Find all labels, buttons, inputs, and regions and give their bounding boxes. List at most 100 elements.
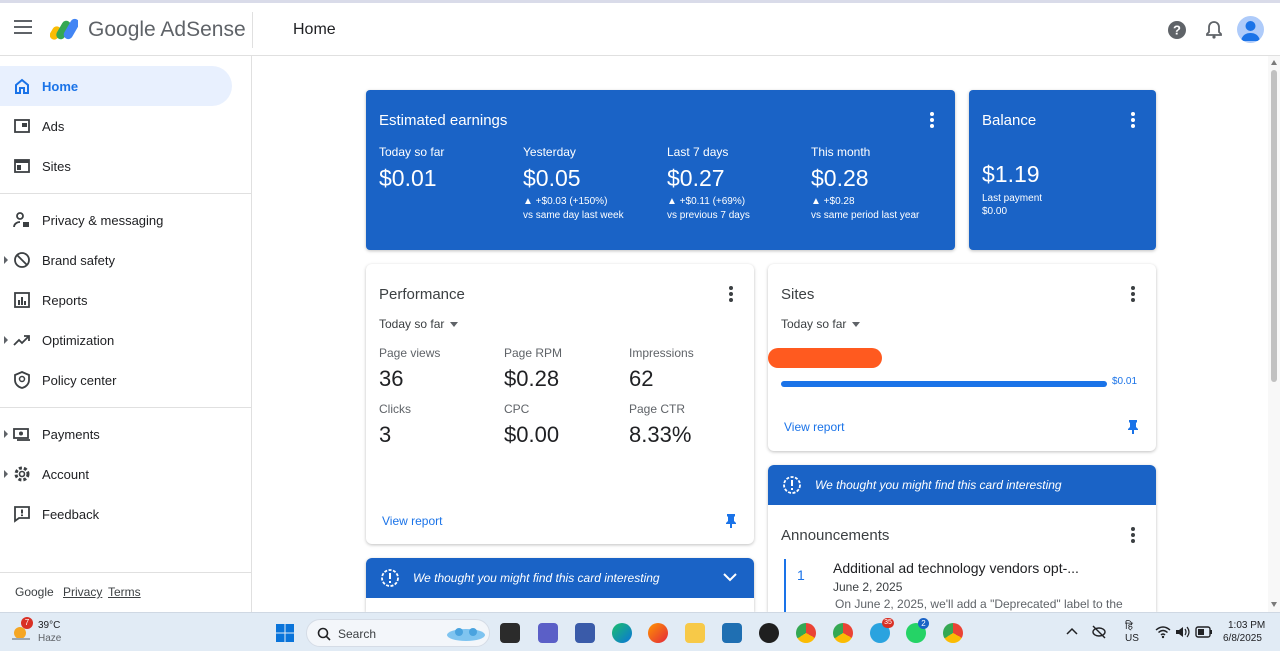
card-title: Balance [982,112,1037,129]
metric-label: CPC [504,402,530,416]
chevron-up-icon[interactable] [1066,627,1078,635]
sites-card: Sites Today so far $0.01 View report [768,264,1156,451]
sidebar-item-privacy-messaging[interactable]: Privacy & messaging [0,200,232,240]
language-bottom[interactable]: US [1125,633,1139,644]
sidebar-divider [0,572,252,573]
chevron-down-icon[interactable] [722,571,738,583]
search-placeholder: Search [338,627,377,641]
interesting-card: We thought you might find this card inte… [366,558,754,612]
obs-icon[interactable] [759,623,779,643]
more-options-icon[interactable] [1131,112,1135,128]
volume-icon[interactable] [1175,625,1191,639]
interesting-banner[interactable]: We thought you might find this card inte… [366,558,754,598]
sidebar-item-label: Sites [42,159,71,174]
interesting-text: We thought you might find this card inte… [815,478,1062,492]
sidebar-item-ads[interactable]: Ads [0,106,232,146]
expand-caret-icon [4,430,8,438]
pin-icon[interactable] [1126,419,1140,435]
earnings-value: $0.01 [379,165,437,191]
edge-icon[interactable] [612,623,632,643]
expand-caret-icon [4,470,8,478]
microsoft-store-icon[interactable] [722,623,742,643]
earnings-compare: vs same period last year [811,210,920,221]
ads-icon [14,119,30,133]
help-icon[interactable]: ? [1166,19,1188,41]
clock-date[interactable]: 6/8/2025 [1223,633,1262,644]
chrome-icon[interactable] [796,623,816,643]
sites-icon [14,159,30,173]
task-view-icon[interactable] [500,623,520,643]
more-options-icon[interactable] [729,286,733,302]
teams-icon[interactable] [538,623,558,643]
sidebar-item-account[interactable]: Account [0,454,232,494]
gear-icon [14,466,30,482]
card-title: Announcements [781,527,890,544]
page-scrollbar[interactable] [1268,56,1280,612]
sidebar-item-optimization[interactable]: Optimization [0,320,232,360]
network-off-icon[interactable] [1091,624,1107,640]
search-icon [317,627,331,641]
pin-icon[interactable] [724,513,738,529]
windows-taskbar: 7 39°C Haze Search 35 2 हि US 1:03 PM 6/… [0,612,1280,651]
windows-start-icon[interactable] [275,623,295,643]
last-payment-value: $0.00 [982,206,1008,217]
sidebar-item-label: Account [42,467,89,482]
earnings-label: Today so far [379,145,445,159]
battery-icon[interactable] [1195,626,1213,638]
date-range-dropdown[interactable]: Today so far [781,317,861,331]
search-highlight-icon [447,628,485,641]
sidebar-item-policy-center[interactable]: Policy center [0,360,232,400]
alert-circle-icon [381,569,399,587]
sidebar-item-brand-safety[interactable]: Brand safety [0,240,232,280]
file-explorer-icon[interactable] [685,623,705,643]
svg-text:?: ? [1173,23,1181,38]
sidebar-item-feedback[interactable]: Feedback [0,494,232,534]
menu-icon[interactable] [14,20,32,34]
weather-badge: 7 [21,617,33,629]
date-range-dropdown[interactable]: Today so far [379,317,459,331]
site-earnings-bar-track [781,381,1107,387]
sidebar-item-home[interactable]: Home [0,66,232,106]
announcement-headline[interactable]: Additional ad technology vendors opt-... [833,560,1079,576]
whatsapp-icon[interactable]: 2 [906,618,929,643]
earnings-value: $0.28 [811,165,869,191]
wifi-icon[interactable] [1155,625,1171,639]
announcements-card: We thought you might find this card inte… [768,465,1156,612]
more-options-icon[interactable] [930,112,934,128]
feedback-icon [14,506,30,523]
sidebar-item-label: Privacy & messaging [42,213,164,228]
sidebar-divider [0,193,252,194]
sidebar-item-payments[interactable]: Payments [0,414,232,454]
date-range-value: Today so far [379,317,445,331]
account-avatar[interactable] [1237,16,1264,43]
telegram-icon[interactable]: 35 [870,618,894,643]
chrome-profile-icon[interactable] [833,623,853,643]
footer-terms-link[interactable]: Terms [108,585,141,599]
performance-card: Performance Today so far Page views 36 P… [366,264,754,544]
last-payment-label: Last payment [982,193,1043,204]
sidebar-item-label: Home [42,79,79,94]
footer-privacy-link[interactable]: Privacy [63,585,102,599]
sidebar-item-sites[interactable]: Sites [0,146,232,186]
metric-value: 62 [629,366,654,391]
scrollbar-thumb[interactable] [1271,70,1277,382]
firefox-icon[interactable] [648,623,668,643]
weather-widget[interactable]: 7 [10,617,34,643]
block-icon [14,252,30,268]
view-report-link[interactable]: View report [382,514,442,528]
scroll-down-arrow-icon[interactable] [1271,602,1277,607]
view-report-link[interactable]: View report [784,420,844,434]
clock-time[interactable]: 1:03 PM [1228,620,1265,631]
sidebar-divider [0,407,252,408]
sidebar-item-reports[interactable]: Reports [0,280,232,320]
more-options-icon[interactable] [1131,527,1135,543]
language-top[interactable]: हि [1125,618,1133,632]
scroll-up-arrow-icon[interactable] [1271,60,1277,65]
notifications-bell-icon[interactable] [1203,19,1225,41]
taskbar-search-box[interactable]: Search [306,619,490,647]
metric-label: Page RPM [504,346,563,360]
snipping-tool-icon[interactable] [575,623,595,643]
more-options-icon[interactable] [1131,286,1135,302]
chrome-profile-2-icon[interactable] [943,623,963,643]
whatsapp-badge: 2 [918,618,929,629]
